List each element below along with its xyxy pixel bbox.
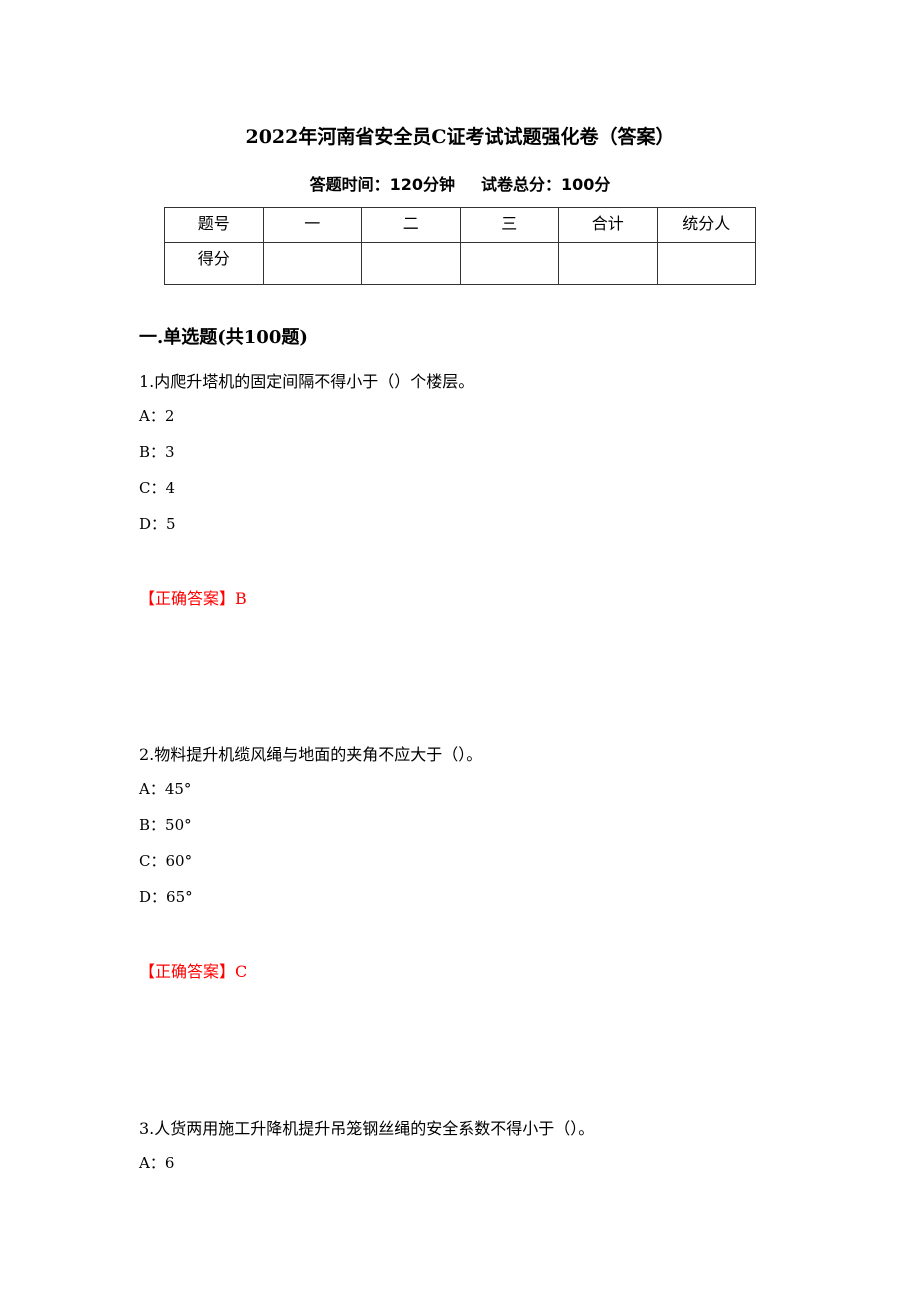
question-2-option-a: A：45°: [139, 780, 192, 798]
question-2-option-c: C：60°: [139, 852, 193, 870]
question-1-option-a: A：2: [139, 407, 175, 425]
document-title: 2022年河南省安全员C证考试试题强化卷（答案）: [245, 126, 675, 148]
section-heading: 一.单选题(共100题): [139, 327, 308, 348]
question-2-answer: 【正确答案】C: [139, 962, 248, 981]
question-1-option-c: C：4: [139, 479, 176, 497]
score-cell-part-1: [262, 242, 362, 285]
header-cell-scorer: 统分人: [656, 207, 756, 243]
score-table: 题号 一 二 三 合计 统分人 得分: [164, 207, 756, 285]
header-cell-total: 合计: [558, 207, 658, 243]
question-1-option-d: D：5: [139, 515, 176, 533]
question-1-answer: 【正确答案】B: [139, 589, 247, 608]
header-cell-part-1: 一: [262, 207, 362, 243]
exam-info: 答题时间：120分钟 试卷总分：100分: [0, 171, 920, 195]
question-2-option-d: D：65°: [139, 888, 193, 906]
header-cell-part-3: 三: [459, 207, 559, 243]
question-2-text: 2.物料提升机缆风绳与地面的夹角不应大于（）。: [139, 745, 483, 764]
score-cell-scorer: [656, 242, 756, 285]
header-cell-part-2: 二: [361, 207, 461, 243]
header-cell-question-no: 题号: [164, 207, 264, 243]
question-1-option-b: B：3: [139, 443, 175, 461]
score-table-score-row: 得分: [164, 242, 756, 285]
score-cell-total: [558, 242, 658, 285]
score-table-header-row: 题号 一 二 三 合计 统分人: [164, 207, 756, 243]
question-3-option-a: A：6: [139, 1154, 175, 1172]
score-cell-part-2: [361, 242, 461, 285]
question-1-text: 1.内爬升塔机的固定间隔不得小于（）个楼层。: [139, 372, 475, 391]
score-row-label: 得分: [164, 242, 264, 285]
question-2-option-b: B：50°: [139, 816, 192, 834]
question-3-text: 3.人货两用施工升降机提升吊笼钢丝绳的安全系数不得小于（）。: [139, 1119, 595, 1138]
score-cell-part-3: [459, 242, 559, 285]
exam-time: 答题时间：120分钟: [309, 175, 455, 194]
total-score: 试卷总分：100分: [481, 175, 611, 194]
